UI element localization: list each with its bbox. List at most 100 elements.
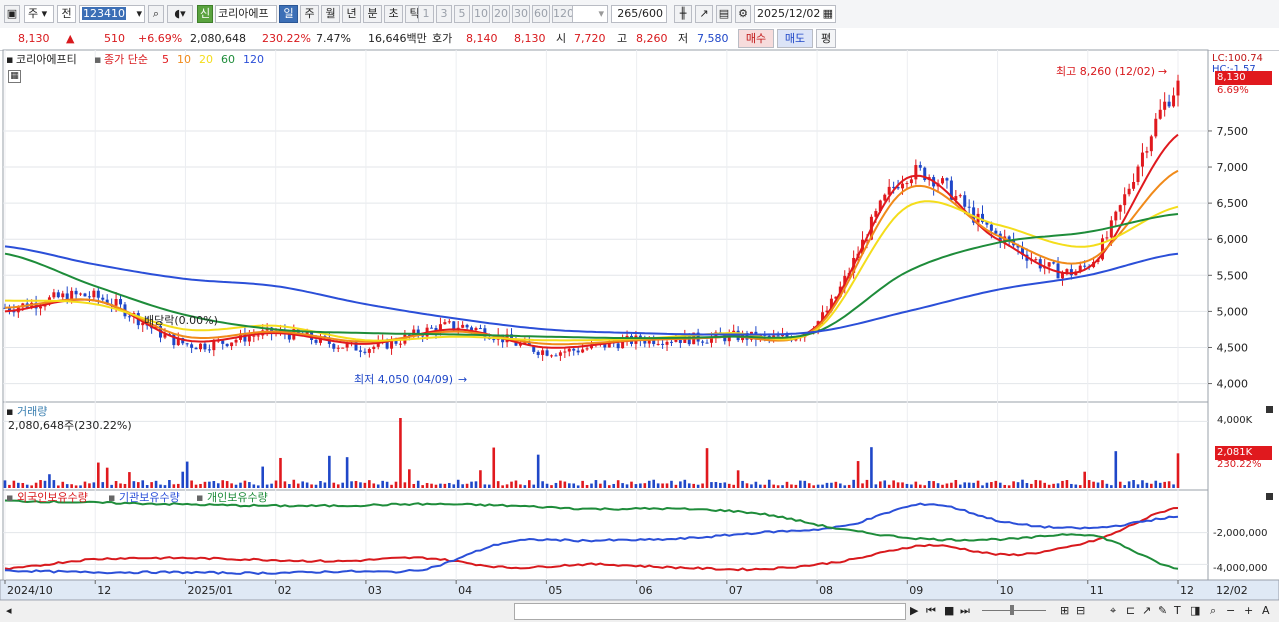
volume-bar xyxy=(296,483,300,488)
volume-bar xyxy=(194,484,198,488)
volume-bar xyxy=(643,483,647,488)
volume-bar xyxy=(274,480,278,488)
candle xyxy=(958,195,962,197)
volume-bar xyxy=(505,484,509,488)
volume-bar xyxy=(154,480,158,488)
volume-bar xyxy=(101,482,105,488)
candle xyxy=(945,178,949,181)
volume-bar xyxy=(670,480,673,488)
candle xyxy=(665,341,669,345)
panel-close-icon[interactable] xyxy=(1266,493,1273,500)
volume-bar xyxy=(350,481,353,488)
zoom-in-icon[interactable]: + xyxy=(1244,604,1253,618)
volume-bar xyxy=(1047,484,1051,488)
candle xyxy=(994,230,998,234)
candle xyxy=(554,355,558,357)
rewind-icon[interactable]: ⏮ xyxy=(926,604,936,618)
text-tool-icon[interactable]: T xyxy=(1174,604,1181,618)
panel-close-icon[interactable] xyxy=(1266,406,1273,413)
volume-bar xyxy=(772,484,775,488)
candle xyxy=(358,350,362,352)
table-icon[interactable]: ▦ xyxy=(8,70,21,83)
volume-bar xyxy=(563,481,567,488)
volume-bar xyxy=(385,481,389,488)
trend-icon[interactable]: ↗ xyxy=(1142,604,1151,618)
x-tick-label: 02 xyxy=(278,584,292,597)
holdings-legend-item: 기관보유수량 xyxy=(119,491,180,504)
y-tick-label: 7,000 xyxy=(1217,161,1249,174)
crosshair-icon[interactable]: ⌖ xyxy=(1110,604,1116,618)
magnifier-icon[interactable]: ⌕ xyxy=(1210,604,1216,618)
volume-bar xyxy=(256,485,260,488)
volume-bar xyxy=(625,484,629,488)
stock-name-label: 코리아에프티 xyxy=(16,53,77,66)
volume-bar xyxy=(1003,484,1007,488)
volume-bar xyxy=(332,482,336,488)
volume-bar xyxy=(834,481,838,488)
zoom-slider-handle[interactable] xyxy=(1010,605,1014,615)
volume-bar xyxy=(501,485,504,488)
volume-bar xyxy=(390,484,393,488)
volume-bar xyxy=(665,483,669,488)
scroll-thumb[interactable] xyxy=(514,603,906,620)
volume-bar xyxy=(754,481,758,488)
candle xyxy=(536,351,540,355)
volume-bar xyxy=(203,481,207,488)
y-tick-label: 5,000 xyxy=(1217,305,1249,318)
volume-bar xyxy=(807,483,811,488)
zoom-slider[interactable] xyxy=(982,610,1046,611)
volume-bar xyxy=(48,474,51,488)
zoom-out-icon[interactable]: − xyxy=(1226,604,1235,618)
legend-icon: ▪ xyxy=(94,53,102,66)
volume-bar xyxy=(514,480,518,488)
candle xyxy=(39,306,43,309)
volume-bar xyxy=(879,481,882,488)
volume-bar xyxy=(470,481,473,488)
volume-bar xyxy=(439,483,442,488)
volume-bar xyxy=(230,483,233,488)
volume-bar xyxy=(630,481,633,488)
volume-bar xyxy=(381,480,384,488)
candle xyxy=(230,342,234,347)
volume-bar xyxy=(710,482,713,488)
candle xyxy=(909,179,913,184)
candle xyxy=(674,339,678,342)
capture-icon[interactable]: ◨ xyxy=(1190,604,1200,618)
volume-bar xyxy=(92,482,96,488)
candle xyxy=(1176,80,1180,96)
stop-icon[interactable]: ■ xyxy=(944,604,954,618)
candle xyxy=(1167,101,1171,107)
volume-bar xyxy=(523,485,527,488)
volume-bar xyxy=(279,457,282,488)
volume-bar xyxy=(870,447,873,488)
candle xyxy=(616,343,620,349)
candle xyxy=(883,194,887,201)
volume-bar xyxy=(776,485,780,488)
candle xyxy=(1145,151,1149,153)
volume-bar xyxy=(687,483,691,488)
y-tick-label: 6,000 xyxy=(1217,233,1249,246)
candle xyxy=(83,293,87,297)
stock-chart[interactable]: 4,000 4,500 5,000 5,500 6,000 6,500 7,000 7,500… xyxy=(0,0,1279,621)
scroll-left-icon[interactable]: ◂ xyxy=(6,604,12,618)
grid-icon[interactable]: ⊟ xyxy=(1076,604,1085,618)
font-size-icon[interactable]: A xyxy=(1262,604,1270,618)
volume-axis-label: 4,000K xyxy=(1217,415,1253,426)
volume-bar xyxy=(607,485,611,488)
volume-bar xyxy=(936,483,940,488)
ruler-icon[interactable]: ⊏ xyxy=(1126,604,1135,618)
volume-bar xyxy=(985,482,989,488)
volume-bar xyxy=(990,482,993,488)
candle xyxy=(478,328,482,330)
volume-bar xyxy=(714,482,718,488)
fit-icon[interactable]: ⊞ xyxy=(1060,604,1069,618)
candle xyxy=(207,349,211,351)
volume-bar xyxy=(239,482,242,488)
scroll-bar[interactable]: ◂ ▶ ⏮ ■ ⏭ ⊞ ⊟ ⌖ ⊏ ↗ ✎ T ◨ ⌕ − + A xyxy=(0,600,1279,622)
forward-icon[interactable]: ⏭ xyxy=(960,604,970,618)
pencil-icon[interactable]: ✎ xyxy=(1158,604,1167,618)
legend-icon: ▪ xyxy=(108,491,116,504)
play-icon[interactable]: ▶ xyxy=(910,604,918,618)
candle xyxy=(372,346,376,350)
volume-bar xyxy=(830,482,833,488)
